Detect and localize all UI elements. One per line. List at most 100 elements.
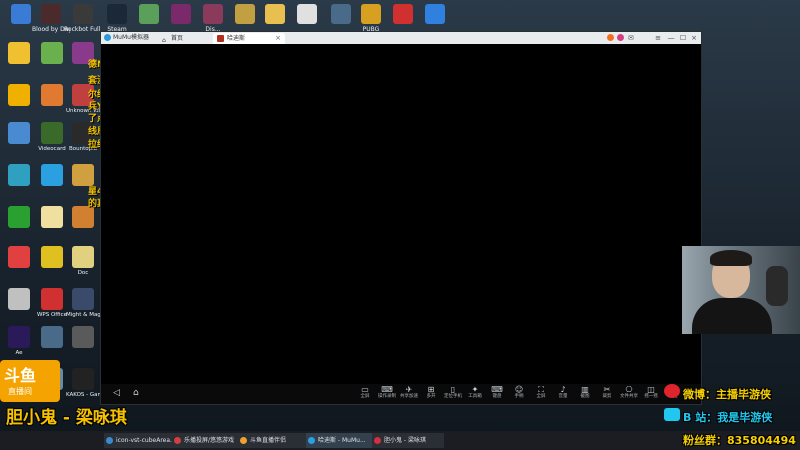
desktop-shortcut[interactable]: KAKOS - Game [66, 368, 100, 399]
app-icon [8, 206, 30, 228]
app-icon [107, 4, 127, 24]
desktop-shortcut[interactable] [2, 206, 36, 230]
notification-icon[interactable] [607, 34, 614, 41]
desktop-shortcut[interactable] [2, 288, 36, 312]
desktop-shortcut[interactable] [2, 42, 36, 66]
toolbar-button[interactable]: ✂ 裁剪 [597, 385, 617, 400]
toolbar-button[interactable]: ⌨ 键盘 [487, 385, 507, 400]
taskbar-app-icon [308, 437, 315, 444]
desktop-shortcut[interactable] [35, 326, 69, 350]
toolbar-button[interactable]: ✦ 工具箱 [465, 385, 485, 400]
app-icon [41, 206, 63, 228]
desktop-shortcut[interactable] [35, 84, 69, 108]
shortcut-label: KAKOS - Game [66, 392, 100, 398]
toolbar-icon: ⎔ [625, 385, 633, 394]
mail-icon[interactable]: ✉ [628, 32, 634, 44]
desktop-shortcut[interactable]: Might & Magic Her... [66, 288, 100, 319]
desktop-shortcut[interactable] [35, 246, 69, 270]
app-icon [203, 4, 223, 24]
desktop-shortcut[interactable]: Rockbot Full Meta... [64, 2, 102, 33]
app-icon [8, 326, 30, 348]
minimize-button[interactable]: — [666, 33, 676, 43]
menu-button[interactable]: ≡ [653, 33, 663, 43]
game-icon [217, 35, 224, 42]
toolbar-button[interactable]: ♪ 音量 [553, 385, 573, 400]
desktop-shortcut[interactable] [66, 326, 100, 350]
toolbar-button[interactable]: ▯ 定位手机 [443, 385, 463, 400]
app-icon [8, 122, 30, 144]
desktop-shortcut[interactable] [35, 164, 69, 188]
toolbar-button[interactable]: ✈ 共享加速 [399, 385, 419, 400]
app-icon [393, 4, 413, 24]
app-icon [41, 326, 63, 348]
desktop-shortcut[interactable] [288, 2, 326, 26]
desktop-shortcut[interactable] [66, 206, 100, 230]
toolbar-label: 手柄 [514, 394, 524, 399]
app-icon [8, 246, 30, 268]
close-button[interactable]: × [689, 33, 699, 43]
desktop-shortcut[interactable] [2, 164, 36, 188]
taskbar-item[interactable]: 哈迪斯 - MuMu... [306, 433, 380, 448]
toolbar-button[interactable]: ⊞ 多开 [421, 385, 441, 400]
maximize-button[interactable]: ☐ [678, 33, 688, 43]
shortcut-label: Ae [15, 350, 23, 356]
toolbar-icon: ⌨ [381, 385, 393, 394]
taskbar: icon-vst-cubeArea... 乐播投屏/悠悠游戏 斗鱼直播伴侣 哈迪斯 -… [0, 431, 800, 450]
toolbar-icon: ⌨ [491, 385, 503, 394]
tab-close-button[interactable]: × [275, 33, 281, 44]
emulator-window[interactable]: MuMu模拟器 ⌂ 首页 哈迪斯 × ✉ ≡ — ☐ × ◁ ⌂ ▭ 全屏 ⌨ 操作录… [100, 31, 702, 405]
toolbar-button[interactable]: ◫ 摇一摇 [641, 385, 661, 400]
tab-home[interactable]: ⌂ 首页 [159, 33, 221, 44]
toolbar-button[interactable]: ⌨ 操作录制 [377, 385, 397, 400]
back-icon[interactable]: ◁ [113, 388, 120, 398]
desktop-shortcut[interactable]: WPS Office [35, 288, 69, 319]
toolbar-label: 全屏 [360, 394, 370, 399]
toolbar-button[interactable]: ▥ 截图 [575, 385, 595, 400]
home-nav-icon[interactable]: ⌂ [133, 388, 139, 398]
taskbar-item[interactable]: 乐播投屏/悠悠游戏 [172, 433, 246, 448]
tab-game[interactable]: 哈迪斯 × [213, 33, 285, 44]
app-icon [41, 4, 61, 24]
taskbar-item[interactable]: 胆小鬼 - 梁咏琪 [372, 433, 444, 448]
desktop-shortcut[interactable] [2, 122, 36, 146]
toolbar-icon: ⛶ [538, 385, 544, 394]
desktop-shortcut[interactable] [35, 206, 69, 230]
shortcut-label: Doc [77, 270, 89, 276]
app-icon [72, 206, 94, 228]
toolbar-button[interactable]: ⎔ 文件共享 [619, 385, 639, 400]
user-icon[interactable] [617, 34, 624, 41]
app-icon [235, 4, 255, 24]
app-icon [72, 164, 94, 186]
app-icon [41, 84, 63, 106]
desktop-shortcut[interactable]: Doc [66, 246, 100, 277]
taskbar-label: 胆小鬼 - 梁咏琪 [384, 437, 426, 444]
app-icon [139, 4, 159, 24]
app-icon [361, 4, 381, 24]
taskbar-label: 哈迪斯 - MuMu... [318, 437, 366, 444]
taskbar-item[interactable]: 斗鱼直播伴侣 [238, 433, 314, 448]
desktop-shortcut[interactable] [2, 84, 36, 108]
toolbar-label: 多开 [426, 394, 436, 399]
toolbar-icon: ♪ [560, 385, 566, 394]
desktop-shortcut[interactable]: Videocard [35, 122, 69, 153]
desktop-background: Blood by DaylightRockbot Full Meta...Ste… [0, 0, 800, 450]
desktop-shortcut[interactable]: Ae [2, 326, 36, 357]
toolbar-button[interactable]: ⛶ 全屏 [531, 385, 551, 400]
douyu-room-text: 直播间 [8, 387, 32, 396]
desktop-shortcut[interactable] [35, 42, 69, 66]
taskbar-app-icon [174, 437, 181, 444]
toolbar-label: 裁剪 [602, 394, 612, 399]
emulator-app-label: MuMu模拟器 [113, 34, 149, 41]
taskbar-item[interactable]: icon-vst-cubeArea... [104, 433, 180, 448]
desktop-shortcut[interactable] [416, 2, 454, 26]
toolbar-icon: ▯ [450, 385, 456, 394]
toolbar-button[interactable]: ▭ 全屏 [355, 385, 375, 400]
desktop-shortcut[interactable] [2, 246, 36, 270]
app-icon [265, 4, 285, 24]
emulator-screen[interactable] [101, 44, 701, 384]
app-icon [41, 122, 63, 144]
shortcut-label: Rockbot Full Meta... [64, 26, 102, 33]
toolbar-button[interactable]: ☺ 手柄 [509, 385, 529, 400]
toolbar-icon: ⊞ [427, 385, 435, 394]
app-icon [72, 368, 94, 390]
